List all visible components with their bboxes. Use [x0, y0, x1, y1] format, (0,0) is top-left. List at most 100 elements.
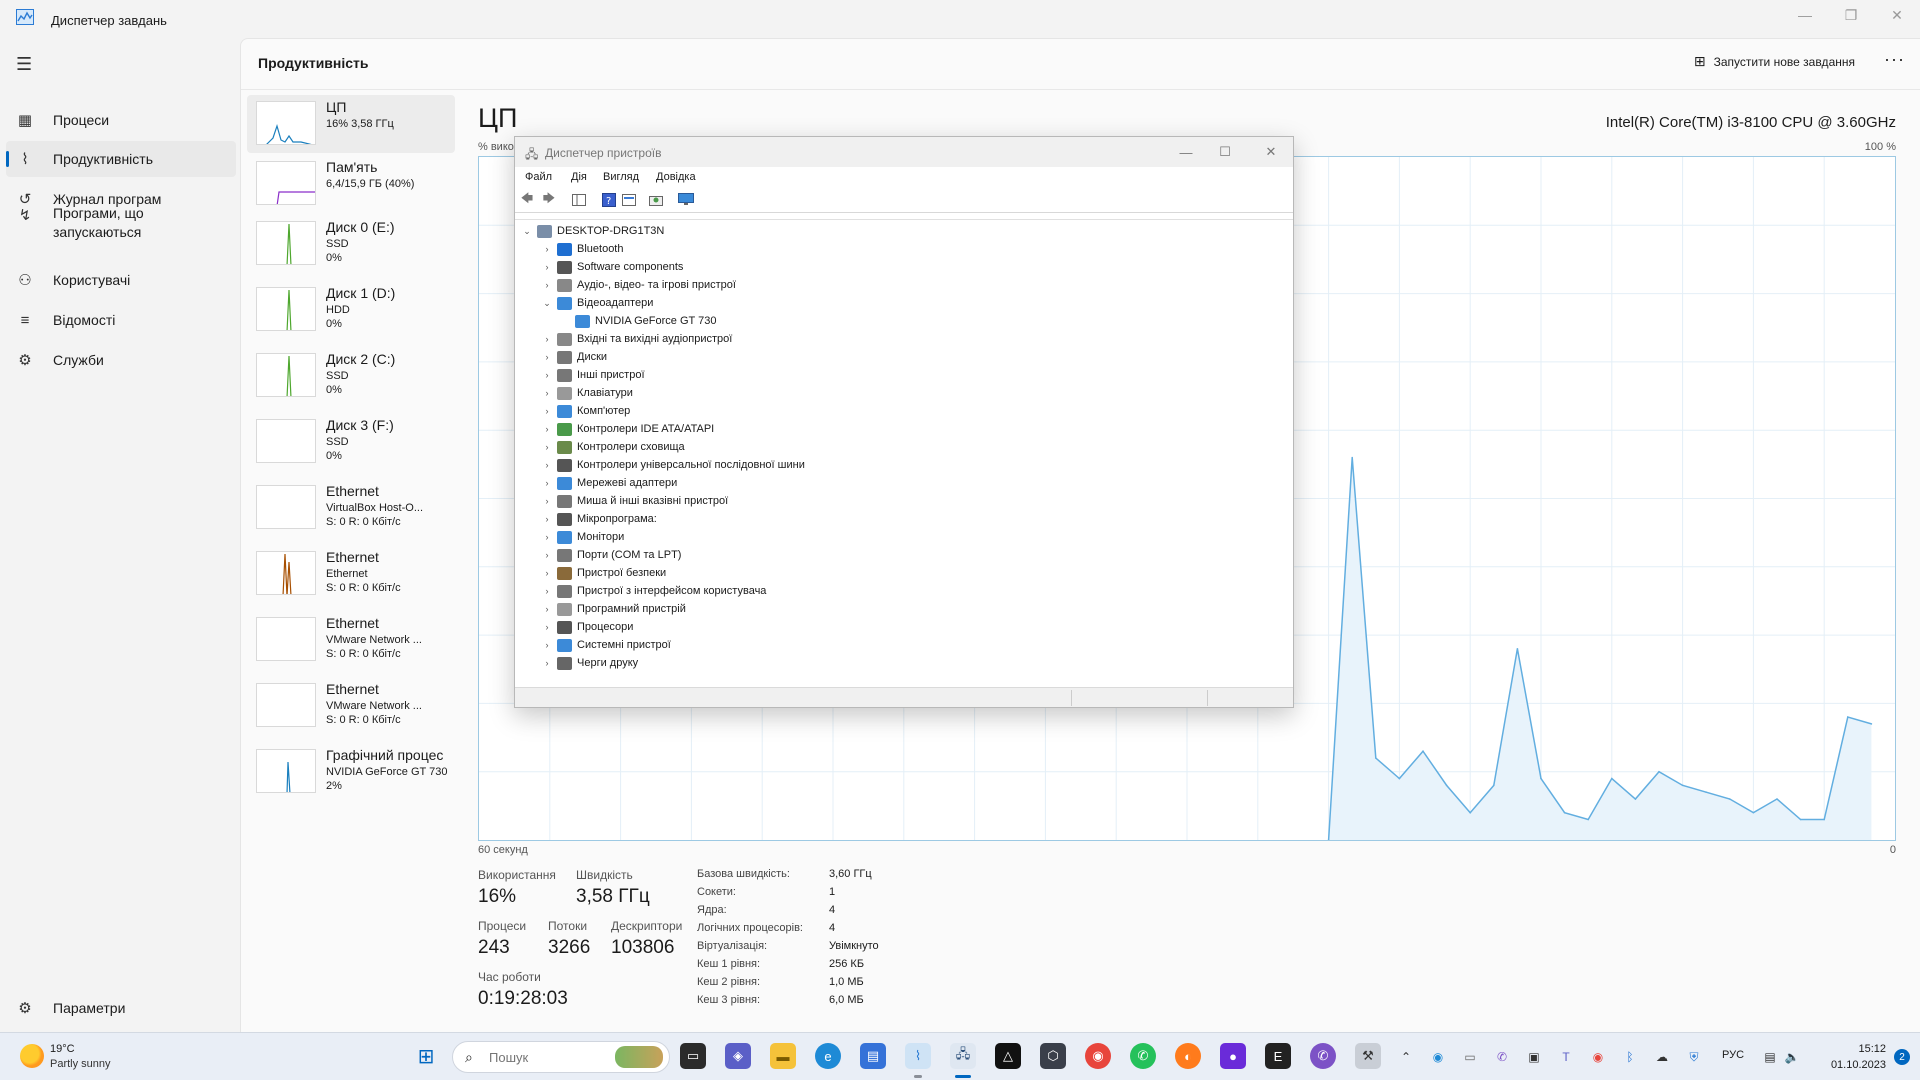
- tree-category-node[interactable]: › Комп'ютер: [541, 402, 630, 420]
- more-options-button[interactable]: ···: [1884, 49, 1905, 70]
- help-icon[interactable]: ?: [600, 191, 618, 208]
- menu-help[interactable]: Довідка: [656, 171, 696, 183]
- tray-monitor-icon[interactable]: ▣: [1526, 1049, 1542, 1065]
- chrome-browser-icon[interactable]: ◉: [1085, 1043, 1111, 1069]
- tree-category-node[interactable]: › Клавіатури: [541, 384, 633, 402]
- chevron-right-icon[interactable]: ›: [541, 496, 553, 506]
- tray-bluetooth-icon[interactable]: ᛒ: [1622, 1049, 1638, 1065]
- chevron-right-icon[interactable]: ›: [541, 352, 553, 362]
- file-explorer-icon[interactable]: ▬: [770, 1043, 796, 1069]
- resource-item[interactable]: Пам'ять 6,4/15,9 ГБ (40%): [247, 155, 455, 213]
- tree-category-node[interactable]: › Інші пристрої: [541, 366, 645, 384]
- weather-sun-icon[interactable]: [20, 1044, 44, 1068]
- tray-edge-icon[interactable]: ◉: [1430, 1049, 1446, 1065]
- chevron-right-icon[interactable]: ›: [541, 424, 553, 434]
- resource-item[interactable]: Диск 3 (F:) SSD 0%: [247, 413, 455, 471]
- app-purple-icon[interactable]: ●: [1220, 1043, 1246, 1069]
- tray-app-icon[interactable]: ▭: [1462, 1049, 1478, 1065]
- chevron-right-icon[interactable]: ›: [541, 262, 553, 272]
- task-manager-taskbar-icon[interactable]: ⌇: [905, 1043, 931, 1069]
- device-manager-title-bar[interactable]: 🖧 Диспетчер пристроїв — ☐ ✕: [515, 137, 1293, 167]
- close-button[interactable]: ✕: [1874, 0, 1920, 30]
- chevron-right-icon[interactable]: ›: [541, 604, 553, 614]
- dm-close-button[interactable]: ✕: [1251, 141, 1291, 163]
- tree-category-node[interactable]: › Програмний пристрій: [541, 600, 686, 618]
- chevron-right-icon[interactable]: ›: [541, 334, 553, 344]
- resource-item[interactable]: ЦП 16% 3,58 ГГц: [247, 95, 455, 153]
- tree-category-node[interactable]: › Аудіо-, відео- та ігрові пристрої: [541, 276, 736, 294]
- taskbar-search-box[interactable]: ⌕: [452, 1041, 670, 1073]
- chevron-down-icon[interactable]: ⌄: [521, 226, 533, 237]
- resource-item[interactable]: Ethernet VMware Network ... S: 0 R: 0 Кбіт…: [247, 611, 455, 669]
- monitor-icon[interactable]: [677, 191, 695, 208]
- chevron-right-icon[interactable]: ›: [541, 550, 553, 560]
- tree-category-node[interactable]: › Пристрої безпеки: [541, 564, 666, 582]
- chevron-right-icon[interactable]: ›: [541, 640, 553, 650]
- tree-category-node[interactable]: › Диски: [541, 348, 607, 366]
- chevron-right-icon[interactable]: ›: [541, 460, 553, 470]
- nav-item-processes[interactable]: ▦ Процеси: [6, 102, 236, 138]
- edge-browser-icon[interactable]: e: [815, 1043, 841, 1069]
- tray-cloud-offline-icon[interactable]: ☁: [1654, 1049, 1670, 1065]
- firefox-browser-icon[interactable]: ◐: [1175, 1043, 1201, 1069]
- clock-time[interactable]: 15:12: [1858, 1043, 1886, 1055]
- tree-category-node[interactable]: › Контролери IDE ATA/ATAPI: [541, 420, 714, 438]
- hamburger-menu-icon[interactable]: ☰: [16, 54, 32, 75]
- resource-item[interactable]: Графічний процес NVIDIA GeForce GT 730 2%: [247, 743, 455, 801]
- epic-games-icon[interactable]: E: [1265, 1043, 1291, 1069]
- chevron-right-icon[interactable]: ›: [541, 388, 553, 398]
- dm-maximize-button[interactable]: ☐: [1205, 141, 1245, 163]
- nav-item-users[interactable]: ⚇ Користувачі: [6, 262, 236, 298]
- taskbar-search-input[interactable]: [489, 1048, 609, 1066]
- menu-view[interactable]: Вигляд: [603, 171, 639, 183]
- nav-item-startup-apps[interactable]: ↯ Програми, що запускаються: [6, 202, 236, 246]
- tray-chrome-icon[interactable]: ◉: [1590, 1049, 1606, 1065]
- tree-category-node[interactable]: › Миша й інші вказівні пристрої: [541, 492, 728, 510]
- chat-app-icon[interactable]: ◈: [725, 1043, 751, 1069]
- menu-file[interactable]: Файл: [525, 171, 552, 183]
- tree-device-node[interactable]: NVIDIA GeForce GT 730: [559, 312, 716, 330]
- tree-category-node[interactable]: › Процесори: [541, 618, 633, 636]
- back-arrow-icon[interactable]: 🡄: [518, 191, 536, 208]
- resource-item[interactable]: Ethernet VirtualBox Host-O... S: 0 R: 0 Кб…: [247, 479, 455, 537]
- unity-app-icon[interactable]: ⬡: [1040, 1043, 1066, 1069]
- viber-icon[interactable]: ✆: [1310, 1043, 1336, 1069]
- whatsapp-icon[interactable]: ✆: [1130, 1043, 1156, 1069]
- volume-icon[interactable]: 🔈: [1784, 1049, 1800, 1065]
- minimize-button[interactable]: —: [1782, 0, 1828, 30]
- dm-minimize-button[interactable]: —: [1166, 141, 1206, 163]
- scan-hardware-icon[interactable]: [647, 191, 665, 208]
- chevron-right-icon[interactable]: ›: [541, 478, 553, 488]
- store-icon[interactable]: ▤: [860, 1043, 886, 1069]
- network-icon[interactable]: ▤: [1762, 1049, 1778, 1065]
- restore-button[interactable]: ❐: [1828, 0, 1874, 30]
- tree-category-node[interactable]: › Bluetooth: [541, 240, 623, 258]
- weather-description[interactable]: Partly sunny: [50, 1058, 111, 1070]
- chevron-right-icon[interactable]: ›: [541, 622, 553, 632]
- tree-category-node[interactable]: › Контролери сховища: [541, 438, 685, 456]
- run-new-task-button[interactable]: ⊞ Запустити нове завдання: [1694, 53, 1855, 70]
- notification-badge[interactable]: 2: [1894, 1049, 1910, 1065]
- resource-item[interactable]: Ethernet Ethernet S: 0 R: 0 Кбіт/с: [247, 545, 455, 603]
- chevron-down-icon[interactable]: ⌄: [541, 298, 553, 309]
- chevron-right-icon[interactable]: ›: [541, 514, 553, 524]
- resource-item[interactable]: Ethernet VMware Network ... S: 0 R: 0 Кбіт…: [247, 677, 455, 735]
- clock-date[interactable]: 01.10.2023: [1831, 1059, 1886, 1071]
- chevron-right-icon[interactable]: ›: [541, 406, 553, 416]
- properties-icon[interactable]: [620, 191, 638, 208]
- tree-category-node[interactable]: › Системні пристрої: [541, 636, 671, 654]
- chevron-right-icon[interactable]: ›: [541, 442, 553, 452]
- resource-item[interactable]: Диск 0 (E:) SSD 0%: [247, 215, 455, 273]
- forward-arrow-icon[interactable]: 🡆: [540, 191, 558, 208]
- chevron-right-icon[interactable]: ›: [541, 244, 553, 254]
- davinci-app-icon[interactable]: △: [995, 1043, 1021, 1069]
- tray-overflow-chevron-icon[interactable]: ⌃: [1398, 1049, 1414, 1065]
- tray-viber-icon[interactable]: ✆: [1494, 1049, 1510, 1065]
- tree-category-node[interactable]: › Мережеві адаптери: [541, 474, 677, 492]
- chevron-right-icon[interactable]: ›: [541, 568, 553, 578]
- chevron-right-icon[interactable]: ›: [541, 532, 553, 542]
- chevron-right-icon[interactable]: ›: [541, 586, 553, 596]
- nav-item-performance[interactable]: ⌇ Продуктивність: [6, 141, 236, 177]
- tree-category-node[interactable]: › Монітори: [541, 528, 624, 546]
- tray-security-icon[interactable]: ⛨: [1686, 1049, 1702, 1065]
